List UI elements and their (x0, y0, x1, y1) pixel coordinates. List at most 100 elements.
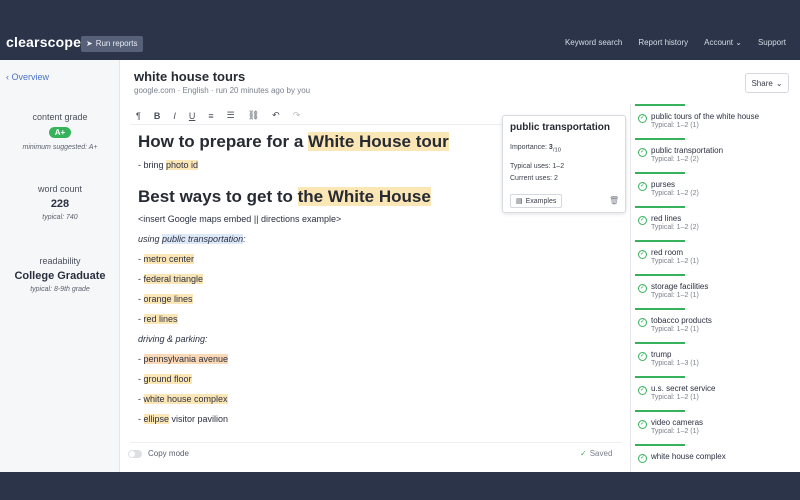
highlighted-term: public transportation (162, 234, 244, 244)
trash-icon[interactable]: 🗑 (609, 196, 619, 205)
examples-button[interactable]: ▤ Examples (510, 194, 563, 208)
highlighted-term: red lines (143, 314, 178, 324)
word-count-label: word count (37, 184, 83, 194)
typical-uses: Typical uses: 1–2 (510, 163, 565, 170)
readability-metric: readability College Graduate typical: 8-… (0, 256, 120, 293)
term-item[interactable]: ✓ video cameras Typical: 1–2 (1) (631, 410, 800, 444)
undo-icon[interactable]: ↶ (272, 110, 280, 121)
editor-line: - ellipse visitor pavilion (138, 414, 228, 424)
redo-icon[interactable]: ↷ (293, 110, 301, 121)
term-typical: Typical: 1–2 (1) (651, 428, 699, 435)
link-icon[interactable]: ⛓ (248, 110, 259, 121)
term-typical: Typical: 1–2 (1) (651, 394, 699, 401)
term-name: trump (651, 350, 672, 359)
term-name: public tours of the white house (651, 112, 760, 121)
term-item[interactable]: ✓ red room Typical: 1–2 (1) (631, 240, 800, 274)
term-progress-bar (635, 172, 685, 174)
ordered-list-icon[interactable]: ≡ (208, 111, 213, 121)
term-item[interactable]: ✓ purses Typical: 1–2 (2) (631, 172, 800, 206)
editor-line: driving & parking: (138, 334, 208, 344)
term-progress-bar (635, 342, 685, 344)
line-text: visitor pavilion (169, 414, 229, 424)
nav-report-history[interactable]: Report history (638, 38, 688, 47)
current-uses: Current uses: 2 (510, 175, 558, 182)
clearscope-logo[interactable]: clearscope (6, 34, 81, 50)
nav-keyword-search[interactable]: Keyword search (565, 38, 622, 47)
term-name: storage facilities (651, 282, 709, 291)
bold-icon[interactable]: B (154, 111, 161, 121)
term-typical: Typical: 1–2 (1) (651, 326, 699, 333)
term-item[interactable]: ✓ red lines Typical: 1–2 (2) (631, 206, 800, 240)
content-grade-minimum: minimum suggested: A+ (22, 144, 98, 151)
check-circle-icon: ✓ (638, 454, 647, 463)
term-name: purses (651, 180, 676, 189)
nav-account-label: Account (704, 38, 734, 47)
check-icon: ✓ (580, 449, 587, 458)
term-item[interactable]: ✓ storage facilities Typical: 1–2 (1) (631, 274, 800, 308)
underline-icon[interactable]: U (189, 111, 196, 121)
term-item[interactable]: ✓ tobacco products Typical: 1–2 (1) (631, 308, 800, 342)
italic-icon[interactable]: I (173, 111, 176, 121)
editor-line: using public transportation: (138, 234, 246, 244)
editor-line: - red lines (138, 314, 178, 324)
popup-title: public transportation (510, 122, 610, 133)
nav-support[interactable]: Support (758, 38, 786, 47)
editor-line: - federal triangle (138, 274, 204, 284)
run-reports-button[interactable]: ➤ Run reports (81, 36, 143, 52)
editor-line: - pennsylvania avenue (138, 354, 229, 364)
nav-account[interactable]: Account ⌄ (704, 38, 742, 47)
word-count-typical: typical: 740 (42, 214, 78, 221)
check-circle-icon: ✓ (638, 352, 647, 361)
term-item[interactable]: ✓ public transportation Typical: 1–2 (2) (631, 138, 800, 172)
term-item[interactable]: ✓ u.s. secret service Typical: 1–2 (1) (631, 376, 800, 410)
importance-label: Importance: (510, 144, 549, 151)
term-progress-bar (635, 274, 685, 276)
heading-text: Best ways to get to (138, 187, 298, 206)
word-count-metric: word count 228 typical: 740 (0, 184, 120, 221)
check-circle-icon: ✓ (638, 284, 647, 293)
paragraph-style-icon[interactable]: ¶ (136, 111, 141, 121)
readability-label: readability (39, 256, 81, 266)
highlighted-term: ellipse (143, 414, 170, 424)
line-text: - (138, 414, 144, 424)
check-circle-icon: ✓ (638, 114, 647, 123)
line-text: - (138, 254, 144, 264)
content-grade-metric: content grade A+ minimum suggested: A+ (0, 112, 120, 151)
term-typical: Typical: 1–2 (2) (651, 224, 699, 231)
term-progress-bar (635, 410, 685, 412)
bullet-list-icon[interactable]: ☰ (227, 110, 235, 121)
line-text: : (243, 234, 246, 244)
line-text: - (138, 354, 144, 364)
term-name: red room (651, 248, 684, 257)
editor-line: - white house complex (138, 394, 228, 404)
term-name: tobacco products (651, 316, 712, 325)
highlighted-term: photo id (166, 160, 199, 170)
term-item[interactable]: ✓ white house complex (631, 444, 800, 472)
highlighted-term: the White House (297, 187, 431, 206)
editor-line: - ground floor (138, 374, 192, 384)
line-text: - (138, 294, 144, 304)
check-circle-icon: ✓ (638, 148, 647, 157)
share-label: Share (751, 78, 773, 88)
term-item[interactable]: ✓ trump Typical: 1–3 (1) (631, 342, 800, 376)
highlighted-term: ground floor (143, 374, 192, 384)
overview-link[interactable]: ‹ Overview (6, 72, 49, 82)
run-reports-label: Run reports (95, 39, 138, 48)
term-name: white house complex (651, 452, 726, 461)
comment-icon: ▤ (516, 198, 523, 205)
term-typical: Typical: 1–2 (1) (651, 292, 699, 299)
app-window: ‹ Overview content grade A+ minimum sugg… (0, 60, 800, 472)
check-circle-icon: ✓ (638, 216, 647, 225)
highlighted-term: orange lines (143, 294, 193, 304)
copy-mode-toggle[interactable]: Copy mode (128, 449, 189, 458)
share-button[interactable]: Share ⌄ (745, 73, 789, 93)
term-item[interactable]: ✓ public tours of the white house Typical:… (631, 104, 800, 138)
term-progress-bar (635, 240, 685, 242)
report-subtitle: google.com · English · run 20 minutes ag… (134, 86, 311, 95)
editor-line: - metro center (138, 254, 195, 264)
heading-best-ways: Best ways to get to the White House (138, 187, 431, 207)
term-progress-bar (635, 444, 685, 446)
line-text: using (138, 234, 163, 244)
term-name: public transportation (651, 146, 724, 155)
toggle-switch[interactable] (128, 449, 142, 458)
